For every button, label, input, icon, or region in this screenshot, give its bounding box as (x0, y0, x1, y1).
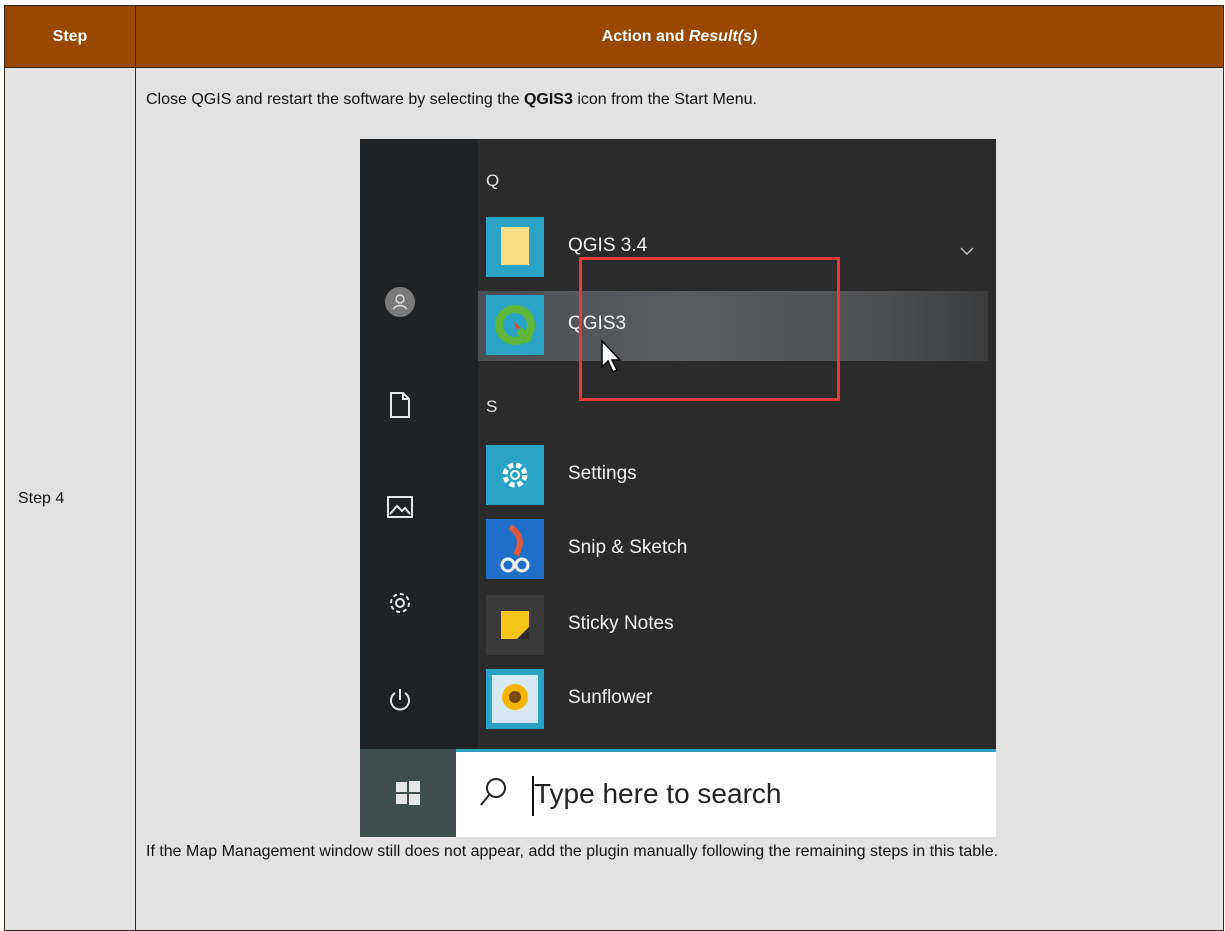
group-letter-q: Q (486, 171, 500, 190)
search-icon (478, 776, 508, 815)
step-label: Step 4 (18, 490, 65, 507)
app-snip-sketch[interactable]: Snip & Sketch (486, 513, 996, 585)
qgis-logo-icon (486, 295, 544, 355)
app-name: Snip & Sketch (568, 537, 688, 558)
power-icon[interactable] (384, 684, 416, 716)
app-list: Q QGIS 3.4 QGIS3 S Settings Snip & Sketc… (478, 139, 996, 749)
followup-text: If the Map Management window still does … (146, 843, 999, 860)
group-letter-s: S (486, 397, 498, 416)
settings-gear-icon[interactable] (384, 587, 416, 619)
pictures-icon[interactable] (384, 491, 416, 523)
action-cell: Close QGIS and restart the software by s… (135, 67, 1224, 931)
app-name: QGIS 3.4 (568, 235, 648, 256)
sticky-notes-icon (486, 595, 544, 655)
column-header-action: Action and Result(s) (135, 5, 1224, 68)
search-placeholder: Type here to search (534, 778, 782, 809)
document-icon[interactable] (384, 389, 416, 421)
mouse-cursor-icon (600, 339, 622, 380)
result-label: Result(s) (688, 27, 758, 45)
windows-logo-icon (396, 781, 420, 805)
app-name: Settings (568, 463, 637, 484)
qgis3-bold: QGIS3 (523, 91, 573, 108)
user-avatar-icon[interactable] (384, 286, 416, 318)
folder-icon (486, 217, 544, 277)
taskbar-search-box[interactable]: Type here to search (456, 749, 996, 837)
sunflower-icon (486, 669, 544, 729)
snip-sketch-icon (486, 519, 544, 579)
app-sticky-notes[interactable]: Sticky Notes (486, 589, 996, 661)
start-rail (360, 139, 478, 749)
windows-start-button[interactable] (360, 749, 456, 837)
app-name: Sunflower (568, 687, 653, 708)
app-settings[interactable]: Settings (486, 439, 996, 511)
taskbar: Type here to search (360, 749, 996, 837)
app-name: Sticky Notes (568, 613, 674, 634)
step-cell: Step 4 (4, 67, 136, 931)
column-header-step: Step (4, 5, 136, 68)
steps-table: Step Action and Result(s) Step 4 Close Q… (4, 5, 1224, 931)
settings-gear-icon (486, 445, 544, 505)
start-menu-screenshot: Q QGIS 3.4 QGIS3 S Settings Snip & Sketc… (360, 139, 996, 837)
app-sunflower[interactable]: Sunflower (486, 663, 996, 735)
instruction-text: Close QGIS and restart the software by s… (146, 91, 757, 108)
